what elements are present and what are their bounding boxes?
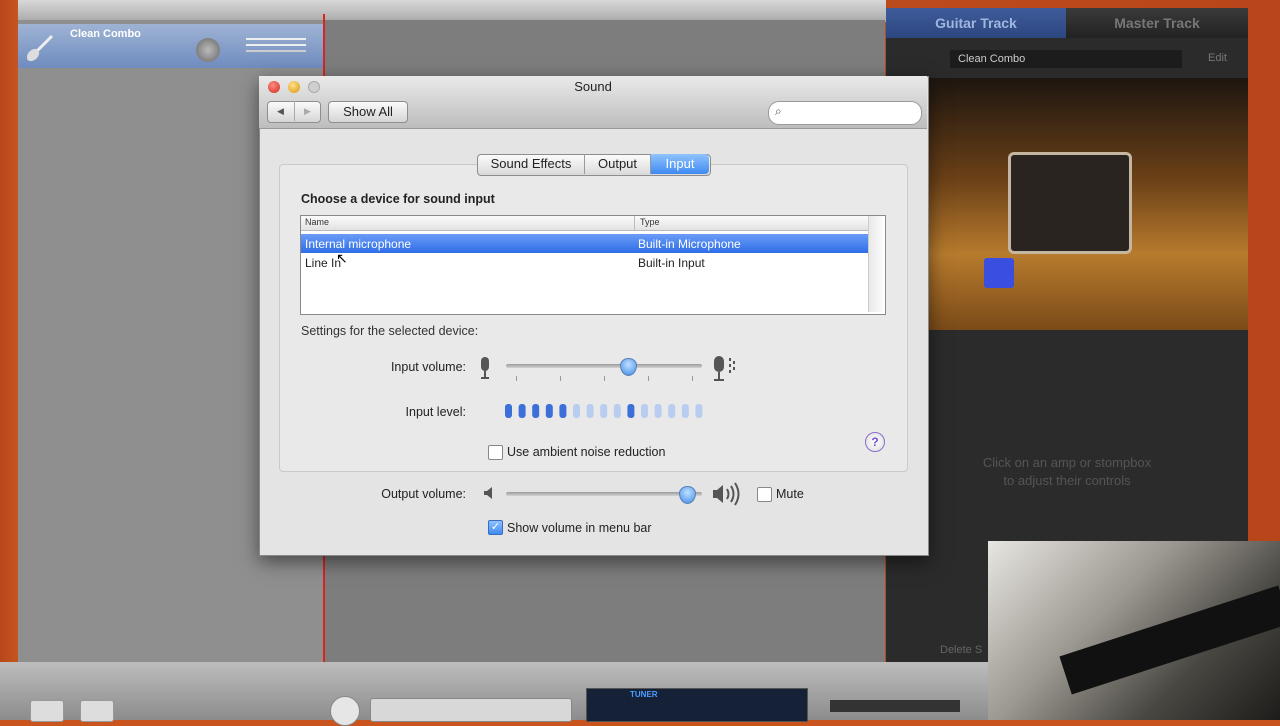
tab-content-box bbox=[279, 164, 908, 472]
mute-checkbox[interactable] bbox=[757, 487, 772, 502]
slider-tick bbox=[560, 376, 561, 381]
level-segment bbox=[518, 404, 526, 418]
tab-master-track[interactable]: Master Track bbox=[1066, 8, 1248, 38]
level-segment bbox=[641, 404, 648, 418]
input-volume-label: Input volume: bbox=[390, 360, 466, 374]
pan-knob[interactable] bbox=[196, 38, 220, 62]
slider-tick bbox=[604, 376, 605, 381]
level-segment bbox=[627, 404, 635, 418]
transport-controls[interactable] bbox=[370, 698, 572, 722]
level-segment bbox=[681, 404, 689, 418]
tab-sound-effects[interactable]: Sound Effects bbox=[478, 154, 585, 174]
stompbox-icon[interactable] bbox=[984, 258, 1014, 288]
minimize-window-button[interactable] bbox=[288, 81, 300, 93]
show-volume-checkbox[interactable]: ✓ bbox=[488, 520, 503, 535]
ambient-noise-label[interactable]: Use ambient noise reduction bbox=[507, 445, 665, 459]
mute-label[interactable]: Mute bbox=[776, 487, 804, 501]
timeline-ruler bbox=[18, 0, 886, 22]
level-segment bbox=[505, 404, 512, 418]
ambient-noise-checkbox[interactable] bbox=[488, 445, 503, 460]
tab-guitar-track[interactable]: Guitar Track bbox=[886, 8, 1066, 38]
column-divider bbox=[634, 216, 635, 230]
device-name[interactable]: Internal microphone bbox=[305, 237, 411, 251]
show-volume-label[interactable]: Show volume in menu bar bbox=[507, 521, 652, 535]
guitar-icon bbox=[26, 34, 54, 62]
edit-button[interactable]: Edit bbox=[1208, 52, 1227, 64]
input-volume-track[interactable] bbox=[506, 364, 702, 368]
output-volume-label: Output volume: bbox=[381, 487, 466, 501]
amp-icon[interactable] bbox=[1008, 152, 1132, 254]
slider-tick bbox=[516, 376, 517, 381]
output-volume-track[interactable] bbox=[506, 492, 702, 496]
column-header-type[interactable]: Type bbox=[640, 217, 660, 227]
level-segment bbox=[532, 404, 540, 418]
speaker-high-icon bbox=[713, 482, 740, 506]
loop-browser-button[interactable] bbox=[80, 700, 114, 722]
show-all-button[interactable]: Show All bbox=[328, 101, 408, 123]
microphone-low-icon bbox=[481, 357, 489, 379]
slider-tick bbox=[648, 376, 649, 381]
settings-label: Settings for the selected device: bbox=[301, 324, 479, 338]
level-segment bbox=[695, 404, 703, 418]
input-volume-ticks bbox=[516, 376, 693, 381]
window-title: Sound bbox=[574, 79, 612, 94]
device-type[interactable]: Built-in Input bbox=[638, 256, 705, 270]
search-input[interactable] bbox=[768, 101, 922, 125]
add-track-button[interactable] bbox=[30, 700, 64, 722]
level-segment bbox=[545, 404, 553, 418]
level-segment bbox=[654, 404, 662, 418]
search-icon: ⌕ bbox=[775, 104, 782, 118]
level-segment bbox=[668, 404, 676, 418]
record-button[interactable] bbox=[330, 696, 360, 726]
slider-tick bbox=[692, 376, 693, 381]
back-button[interactable]: ◀ bbox=[268, 101, 293, 121]
track-name: Clean Combo bbox=[70, 28, 141, 40]
amp-hint: Click on an amp or stompbox to adjust th… bbox=[982, 455, 1152, 488]
level-segment bbox=[573, 404, 580, 418]
input-level-meter bbox=[505, 404, 703, 418]
column-header-name[interactable]: Name bbox=[305, 217, 329, 227]
help-button[interactable]: ? bbox=[865, 432, 885, 452]
mouse-cursor-icon: ↖ bbox=[336, 250, 348, 266]
zoom-window-button[interactable] bbox=[308, 81, 320, 93]
lcd-display[interactable] bbox=[586, 688, 808, 722]
forward-button[interactable]: ▶ bbox=[294, 101, 320, 121]
speaker-low-icon bbox=[484, 487, 492, 499]
preset-select[interactable]: Clean Combo bbox=[950, 50, 1182, 68]
master-volume-meter bbox=[830, 700, 960, 712]
input-level-label: Input level: bbox=[405, 405, 466, 419]
table-scrollbar[interactable] bbox=[868, 216, 884, 312]
level-segment bbox=[559, 404, 567, 418]
lcd-label: TUNER bbox=[630, 690, 658, 699]
device-type[interactable]: Built-in Microphone bbox=[638, 237, 741, 251]
tab-input[interactable]: Input bbox=[651, 154, 709, 174]
level-segment bbox=[586, 404, 594, 418]
delete-button[interactable]: Delete S bbox=[940, 644, 982, 656]
table-header bbox=[301, 216, 868, 231]
choose-device-label: Choose a device for sound input bbox=[301, 192, 495, 206]
track-volume-slider[interactable] bbox=[246, 34, 306, 56]
level-segment bbox=[613, 404, 621, 418]
tab-output[interactable]: Output bbox=[585, 154, 651, 174]
microphone-high-icon bbox=[714, 356, 735, 381]
close-window-button[interactable] bbox=[268, 81, 280, 93]
level-segment bbox=[600, 404, 608, 418]
